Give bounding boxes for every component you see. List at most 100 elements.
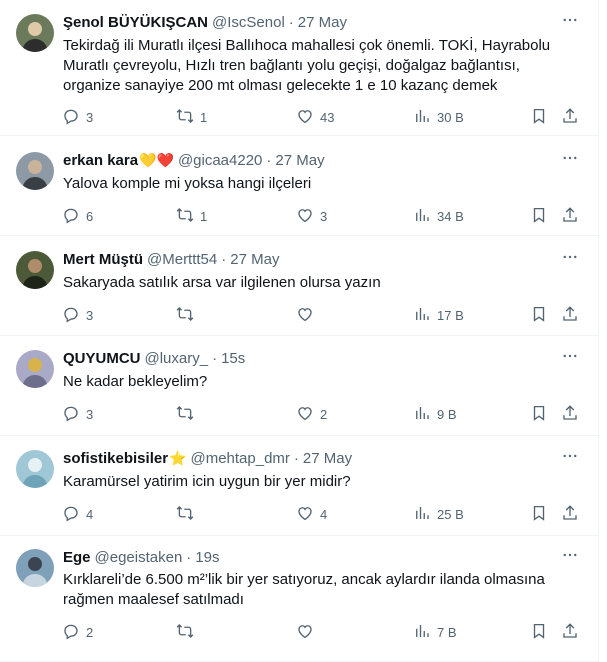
avatar[interactable]	[16, 549, 54, 587]
bookmark-button[interactable]	[530, 205, 548, 227]
views-button[interactable]: 9 B	[413, 403, 457, 425]
reply-icon	[62, 504, 80, 525]
tweet[interactable]: Ege @egeistaken · 19s Kırklareli’de 6.500 m²…	[0, 536, 598, 662]
reply-count: 2	[86, 624, 94, 640]
avatar[interactable]	[16, 152, 54, 190]
more-icon	[561, 347, 579, 370]
more-options-button[interactable]	[560, 348, 580, 368]
display-name[interactable]: Şenol BÜYÜKIŞCAN	[63, 14, 208, 31]
avatar[interactable]	[16, 450, 54, 488]
repost-button[interactable]	[176, 403, 200, 425]
reply-button[interactable]: 4	[62, 503, 93, 525]
more-options-button[interactable]	[560, 150, 580, 170]
bookmark-button[interactable]	[530, 403, 548, 425]
user-handle[interactable]: @IscSenol	[212, 14, 285, 31]
repost-button[interactable]: 1	[176, 205, 207, 227]
like-count: 43	[320, 109, 335, 125]
views-count: 9 B	[437, 406, 457, 422]
share-icon	[561, 206, 579, 227]
reply-icon	[62, 404, 80, 425]
display-name[interactable]: Mert Müştü	[63, 251, 143, 268]
share-button[interactable]	[561, 106, 579, 128]
tweet-actions: 3 1 43 30 B	[56, 106, 580, 128]
like-icon	[296, 504, 314, 525]
like-button[interactable]: 3	[296, 205, 327, 227]
reply-count: 6	[86, 208, 94, 224]
repost-icon	[176, 107, 194, 128]
repost-button[interactable]	[176, 621, 200, 643]
share-icon	[561, 305, 579, 326]
like-icon	[296, 404, 314, 425]
tweet[interactable]: QUYUMCU @luxary_ · 15s Ne kadar bekleyelim? 3…	[0, 336, 598, 436]
user-handle[interactable]: @gicaa4220	[178, 152, 262, 169]
reply-button[interactable]: 3	[62, 403, 93, 425]
avatar[interactable]	[16, 14, 54, 52]
tweet[interactable]: Mert Müştü @Merttt54 · 27 May Sakaryada satı…	[0, 236, 598, 336]
bookmark-button[interactable]	[530, 503, 548, 525]
display-name[interactable]: sofistikebisiler	[63, 450, 168, 467]
bookmark-icon	[530, 206, 548, 227]
tweet[interactable]: erkan kara 💛❤️ @gicaa4220 · 27 May Yalova kom…	[0, 136, 598, 236]
separator: ·	[212, 349, 218, 367]
bookmark-button[interactable]	[530, 304, 548, 326]
reply-button[interactable]: 6	[62, 205, 93, 227]
like-button[interactable]	[296, 621, 320, 643]
display-name[interactable]: erkan kara	[63, 152, 138, 169]
timestamp[interactable]: 19s	[195, 549, 219, 566]
timestamp[interactable]: 27 May	[298, 14, 347, 31]
views-count: 30 B	[437, 109, 464, 125]
more-icon	[561, 447, 579, 470]
share-button[interactable]	[561, 503, 579, 525]
like-button[interactable]: 4	[296, 503, 327, 525]
user-handle[interactable]: @luxary_	[145, 350, 209, 367]
tweet-actions: 6 1 3 34 B	[56, 205, 580, 227]
more-options-button[interactable]	[560, 12, 580, 32]
display-name[interactable]: QUYUMCU	[63, 350, 141, 367]
share-icon	[561, 622, 579, 643]
more-icon	[561, 546, 579, 569]
views-button[interactable]: 30 B	[413, 106, 464, 128]
tweet-header: QUYUMCU @luxary_ · 15s	[63, 348, 558, 368]
tweet[interactable]: Şenol BÜYÜKIŞCAN @IscSenol · 27 May Tekirdağ…	[0, 0, 598, 136]
views-icon	[413, 504, 431, 525]
views-button[interactable]: 34 B	[413, 205, 464, 227]
tweet[interactable]: sofistikebisiler ⭐ @mehtap_dmr · 27 May Karam…	[0, 436, 598, 536]
reply-button[interactable]: 3	[62, 106, 93, 128]
more-options-button[interactable]	[560, 448, 580, 468]
reply-button[interactable]: 2	[62, 621, 93, 643]
like-button[interactable]: 2	[296, 403, 327, 425]
share-button[interactable]	[561, 621, 579, 643]
avatar[interactable]	[16, 251, 54, 289]
repost-button[interactable]: 1	[176, 106, 207, 128]
repost-count: 1	[200, 208, 208, 224]
like-icon	[296, 107, 314, 128]
share-button[interactable]	[561, 205, 579, 227]
views-button[interactable]: 25 B	[413, 503, 464, 525]
tweet-text: Tekirdağ ili Muratlı ilçesi Ballıhoca ma…	[63, 36, 574, 96]
more-options-button[interactable]	[560, 547, 580, 567]
timestamp[interactable]: 27 May	[275, 152, 324, 169]
timestamp[interactable]: 15s	[221, 350, 245, 367]
like-button[interactable]	[296, 304, 320, 326]
views-button[interactable]: 17 B	[413, 304, 464, 326]
repost-button[interactable]	[176, 503, 200, 525]
reply-button[interactable]: 3	[62, 304, 93, 326]
timestamp[interactable]: 27 May	[303, 450, 352, 467]
bookmark-button[interactable]	[530, 621, 548, 643]
user-handle[interactable]: @egeistaken	[95, 549, 183, 566]
views-button[interactable]: 7 B	[413, 621, 457, 643]
repost-button[interactable]	[176, 304, 200, 326]
bookmark-icon	[530, 404, 548, 425]
user-handle[interactable]: @Merttt54	[147, 251, 217, 268]
avatar[interactable]	[16, 350, 54, 388]
timestamp[interactable]: 27 May	[230, 251, 279, 268]
user-handle[interactable]: @mehtap_dmr	[190, 450, 289, 467]
display-name[interactable]: Ege	[63, 549, 91, 566]
bookmark-button[interactable]	[530, 106, 548, 128]
share-button[interactable]	[561, 304, 579, 326]
more-options-button[interactable]	[560, 249, 580, 269]
like-button[interactable]: 43	[296, 106, 334, 128]
share-button[interactable]	[561, 403, 579, 425]
like-count: 4	[320, 506, 328, 522]
separator: ·	[288, 13, 294, 31]
